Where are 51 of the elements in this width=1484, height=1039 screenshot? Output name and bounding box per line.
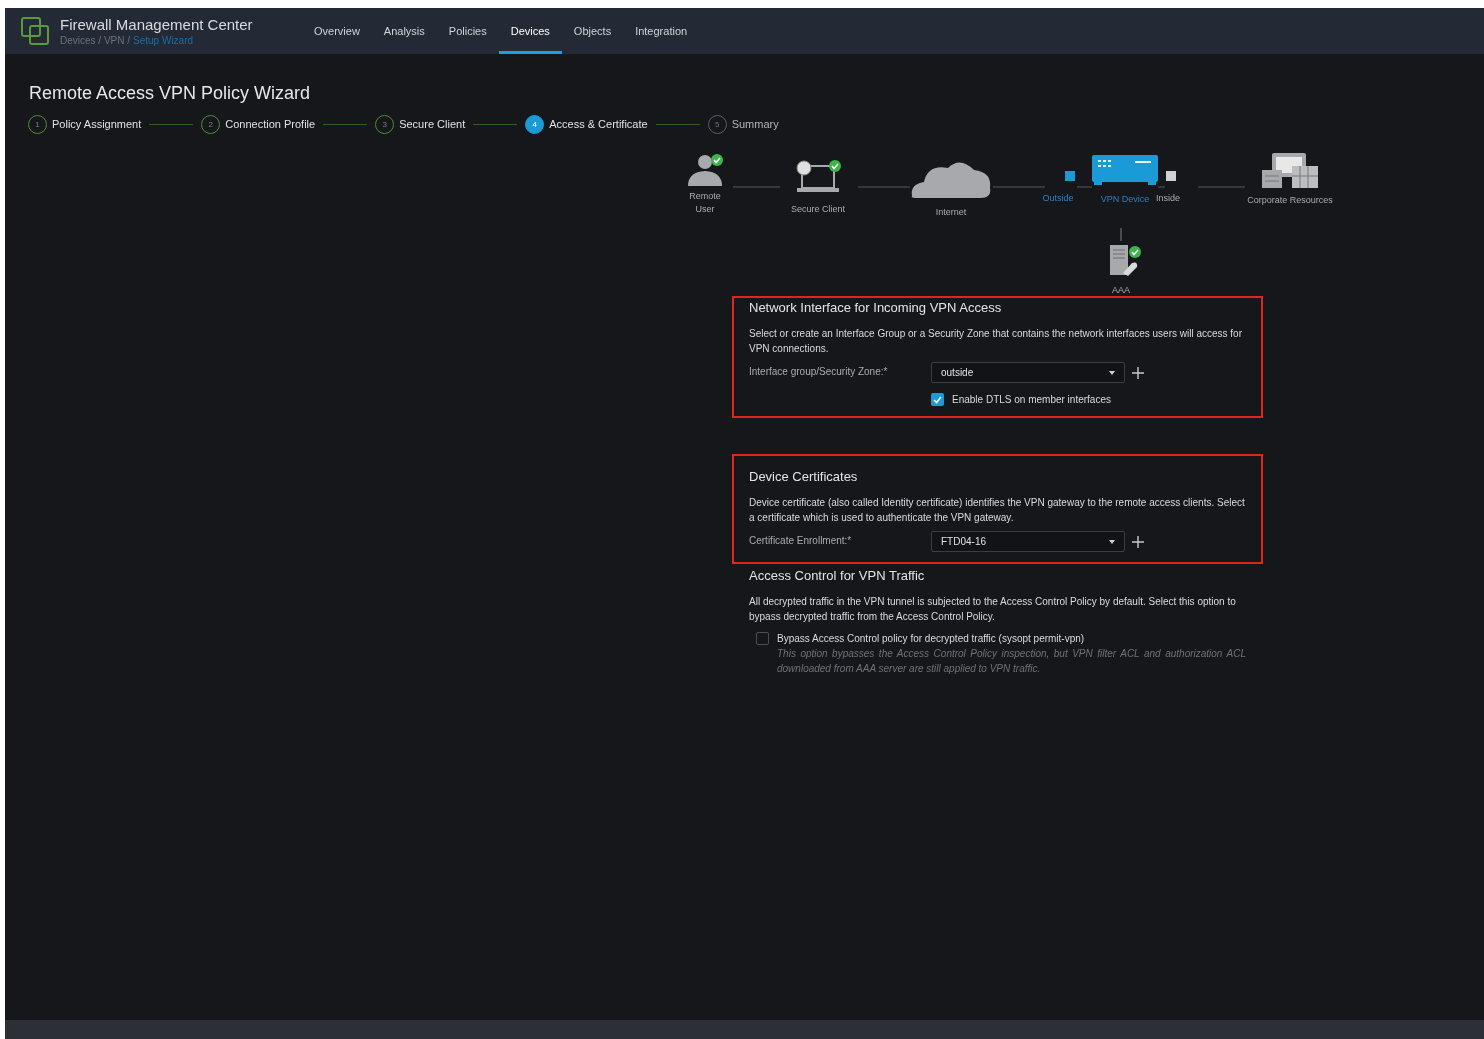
caret-icon — [1109, 370, 1115, 375]
step-label: Connection Profile — [225, 117, 316, 133]
node-label: Remote User — [688, 190, 722, 216]
field-label: Interface group/Security Zone:* — [749, 365, 889, 379]
step-label: Summary — [731, 117, 779, 133]
section-description: Device certificate (also called Identity certificate) identifies the VPN gateway to the remote access clients. Select a certificate which is used to authenticate the VPN gateway. — [749, 496, 1246, 525]
node-label: Internet — [934, 206, 968, 219]
step-label: Policy Assignment — [52, 117, 142, 133]
cloud-icon — [911, 162, 991, 198]
port-label: Inside — [1156, 192, 1180, 205]
nav-tab[interactable]: Integration — [623, 8, 700, 54]
field-label: Certificate Enrollment:* — [749, 534, 853, 548]
node-label: VPN Device — [1100, 193, 1150, 206]
checkbox-label: Bypass Access Control policy for decrypted traffic (sysopt permit-vpn) — [777, 632, 1086, 645]
checkbox[interactable] — [931, 393, 944, 406]
section-title: Network Interface for Incoming VPN Access — [749, 300, 1003, 316]
dropdown-field[interactable]: outside — [931, 362, 1125, 383]
step-label: Secure Client — [399, 117, 466, 133]
person-icon — [688, 155, 722, 186]
server-icon — [1110, 245, 1138, 276]
nav-tab[interactable]: Overview — [302, 8, 372, 54]
step-number: 4 — [525, 115, 545, 134]
section-title: Device Certificates — [749, 469, 859, 485]
dropdown-field[interactable]: FTD04-16 — [931, 531, 1125, 552]
port-label: Outside — [1042, 192, 1074, 205]
firewall-device-icon — [1092, 155, 1158, 185]
section-description: All decrypted traffic in the VPN tunnel is subjected to the Access Control Policy by default. Select this option to bypass decrypted traffic from the Access Control Policy. — [749, 595, 1237, 624]
page-title: Remote Access VPN Policy Wizard — [29, 82, 311, 105]
nav-tab[interactable]: Policies — [436, 8, 499, 54]
nav-tab[interactable]: Objects — [561, 8, 624, 54]
nav-tab[interactable]: Analysis — [371, 8, 437, 54]
port-icon — [1065, 171, 1075, 181]
buildings-icon — [1262, 153, 1319, 189]
help-text: This option bypasses the Access Control Policy inspection, but VPN filter ACL and authorization ACL downloaded from AAA server are still applied to VPN traffic. — [777, 647, 1246, 676]
breadcrumb: Devices / VPN / — [60, 33, 131, 47]
node-label: AAA — [1111, 284, 1131, 297]
step-label: Access & Certificate — [549, 117, 648, 133]
node-label: Corporate Resources — [1246, 194, 1334, 207]
section-description: Select or create an Interface Group or a Security Zone that contains the network interfaces users will access for VPN connections. — [749, 327, 1243, 356]
caret-icon — [1109, 539, 1115, 544]
nav-tab[interactable]: Devices — [498, 8, 562, 54]
section-title: Access Control for VPN Traffic — [749, 568, 926, 584]
app-title: Firewall Management Center — [60, 15, 254, 34]
laptop-icon — [796, 160, 839, 192]
checkbox[interactable] — [756, 632, 769, 645]
app-logo-icon — [20, 16, 50, 46]
checkbox-label: Enable DTLS on member interfaces — [952, 393, 1111, 406]
node-label: Secure Client — [790, 203, 846, 216]
add-icon[interactable] — [1132, 366, 1144, 379]
add-icon[interactable] — [1132, 535, 1144, 548]
port-icon — [1166, 171, 1176, 181]
